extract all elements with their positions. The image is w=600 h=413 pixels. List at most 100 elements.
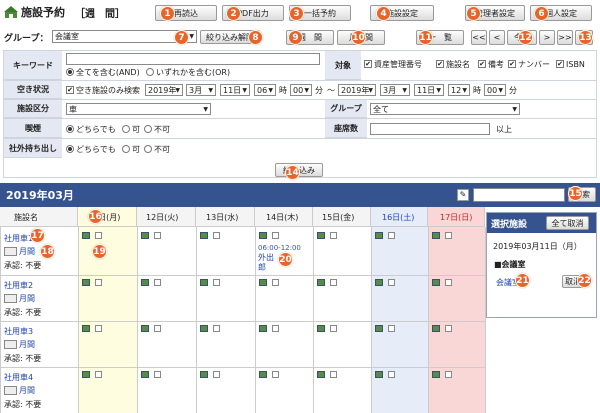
cancel-all-button[interactable]: 全て取消 bbox=[546, 216, 589, 230]
reserve-icon[interactable] bbox=[432, 325, 440, 332]
reserve-icon[interactable] bbox=[141, 325, 149, 332]
select-checkbox[interactable] bbox=[272, 371, 279, 378]
select-checkbox[interactable] bbox=[272, 325, 279, 332]
select-checkbox[interactable] bbox=[445, 232, 452, 239]
facility-name-link[interactable]: 社用車1 bbox=[4, 232, 33, 244]
select-checkbox[interactable] bbox=[272, 279, 279, 286]
target-number-checkbox[interactable]: ✔ ナンバー bbox=[508, 58, 550, 70]
to-day-select[interactable]: 11日 ▼ bbox=[414, 84, 444, 96]
select-checkbox[interactable] bbox=[95, 371, 102, 378]
from-day-select[interactable]: 11日 ▼ bbox=[220, 84, 250, 96]
select-checkbox[interactable] bbox=[154, 325, 161, 332]
select-checkbox[interactable] bbox=[445, 371, 452, 378]
takeout-yes-radio[interactable]: 可 bbox=[122, 143, 140, 155]
select-checkbox[interactable] bbox=[388, 325, 395, 332]
target-note-checkbox[interactable]: ✔ 備考 bbox=[478, 58, 504, 70]
select-checkbox[interactable] bbox=[388, 279, 395, 286]
select-checkbox[interactable] bbox=[330, 232, 337, 239]
select-checkbox[interactable] bbox=[330, 279, 337, 286]
select-checkbox[interactable] bbox=[272, 232, 279, 239]
select-checkbox[interactable] bbox=[445, 279, 452, 286]
reserve-icon[interactable] bbox=[82, 279, 90, 286]
facility-name-link[interactable]: 社用車4 bbox=[4, 371, 33, 383]
reserve-icon[interactable] bbox=[317, 325, 325, 332]
event-person[interactable]: 郎 bbox=[258, 262, 266, 272]
reserve-icon[interactable] bbox=[432, 232, 440, 239]
next-week-button[interactable]: > bbox=[539, 30, 555, 45]
from-hour-select[interactable]: 06 ▼ bbox=[254, 84, 276, 96]
monthly-link[interactable]: 月間 bbox=[4, 338, 35, 350]
target-asset-checkbox[interactable]: ✔ 資産管理番号 bbox=[364, 58, 422, 70]
reserve-icon[interactable] bbox=[141, 279, 149, 286]
reserve-icon[interactable] bbox=[200, 279, 208, 286]
to-month-select[interactable]: 3月 ▼ bbox=[380, 84, 410, 96]
select-checkbox[interactable] bbox=[330, 371, 337, 378]
calendar-search-input[interactable] bbox=[473, 188, 565, 202]
from-min-select[interactable]: 00 ▼ bbox=[290, 84, 312, 96]
vacancy-checkbox[interactable]: ✔ 空き施設のみ検索 bbox=[66, 84, 140, 96]
monthly-link[interactable]: 月間 bbox=[4, 292, 35, 304]
reserve-icon[interactable] bbox=[375, 232, 383, 239]
monthly-link[interactable]: 月間 bbox=[4, 384, 35, 396]
select-checkbox[interactable] bbox=[213, 279, 220, 286]
reserve-icon[interactable] bbox=[375, 325, 383, 332]
select-checkbox[interactable] bbox=[445, 325, 452, 332]
to-year-select[interactable]: 2019年 ▼ bbox=[338, 84, 376, 96]
reserve-icon[interactable] bbox=[432, 279, 440, 286]
select-checkbox[interactable] bbox=[213, 232, 220, 239]
reserve-icon[interactable] bbox=[200, 232, 208, 239]
match-any-radio[interactable]: いずれかを含む(OR) bbox=[146, 66, 230, 78]
keyword-input[interactable] bbox=[66, 53, 320, 65]
seats-input[interactable] bbox=[370, 123, 490, 135]
facility-name-link[interactable]: 社用車2 bbox=[4, 279, 33, 291]
reserve-icon[interactable] bbox=[200, 371, 208, 378]
reserve-icon[interactable] bbox=[259, 279, 267, 286]
select-checkbox[interactable] bbox=[330, 325, 337, 332]
next-month-button[interactable]: >> bbox=[557, 30, 573, 45]
select-checkbox[interactable] bbox=[213, 371, 220, 378]
reserve-icon[interactable] bbox=[259, 325, 267, 332]
select-checkbox[interactable] bbox=[388, 232, 395, 239]
reserve-icon[interactable] bbox=[141, 232, 149, 239]
target-name-checkbox[interactable]: ✔ 施設名 bbox=[436, 58, 470, 70]
from-year-select[interactable]: 2019年 ▼ bbox=[145, 84, 183, 96]
reserve-icon[interactable] bbox=[317, 232, 325, 239]
smoking-yes-radio[interactable]: 可 bbox=[122, 123, 140, 135]
reserve-icon[interactable] bbox=[317, 279, 325, 286]
select-checkbox[interactable] bbox=[95, 232, 102, 239]
prev-month-button[interactable]: << bbox=[471, 30, 487, 45]
reserve-icon[interactable] bbox=[375, 279, 383, 286]
reserve-icon[interactable] bbox=[82, 371, 90, 378]
select-checkbox[interactable] bbox=[95, 279, 102, 286]
smoking-no-radio[interactable]: 不可 bbox=[144, 123, 170, 135]
facility-name-link[interactable]: 社用車3 bbox=[4, 325, 33, 337]
reserve-icon[interactable] bbox=[259, 232, 267, 239]
reserve-icon[interactable] bbox=[432, 371, 440, 378]
select-checkbox[interactable] bbox=[154, 371, 161, 378]
target-isbn-checkbox[interactable]: ✔ ISBN bbox=[556, 58, 585, 70]
select-checkbox[interactable] bbox=[388, 371, 395, 378]
reserve-icon[interactable] bbox=[82, 325, 90, 332]
monthly-link[interactable]: 月間 bbox=[4, 245, 35, 257]
from-month-select[interactable]: 3月 ▼ bbox=[186, 84, 216, 96]
reserve-icon[interactable] bbox=[259, 371, 267, 378]
reserve-icon[interactable] bbox=[82, 232, 90, 239]
takeout-no-radio[interactable]: 不可 bbox=[144, 143, 170, 155]
reserve-icon[interactable] bbox=[375, 371, 383, 378]
select-checkbox[interactable] bbox=[154, 232, 161, 239]
reserve-icon[interactable] bbox=[317, 371, 325, 378]
smoking-any-radio[interactable]: どちらでも bbox=[66, 123, 116, 135]
edit-icon[interactable]: ✎ bbox=[457, 189, 469, 201]
reserve-icon[interactable] bbox=[200, 325, 208, 332]
facility-group-select[interactable]: 全て ▼ bbox=[370, 103, 520, 115]
to-min-select[interactable]: 00 ▼ bbox=[484, 84, 506, 96]
takeout-any-radio[interactable]: どちらでも bbox=[66, 143, 116, 155]
select-checkbox[interactable] bbox=[154, 279, 161, 286]
reserve-icon[interactable] bbox=[141, 371, 149, 378]
category-select[interactable]: 車 ▼ bbox=[66, 103, 211, 115]
match-all-radio[interactable]: 全てを含む(AND) bbox=[66, 66, 140, 78]
select-checkbox[interactable] bbox=[95, 325, 102, 332]
select-checkbox[interactable] bbox=[213, 325, 220, 332]
prev-week-button[interactable]: < bbox=[489, 30, 505, 45]
to-hour-select[interactable]: 12 ▼ bbox=[448, 84, 470, 96]
